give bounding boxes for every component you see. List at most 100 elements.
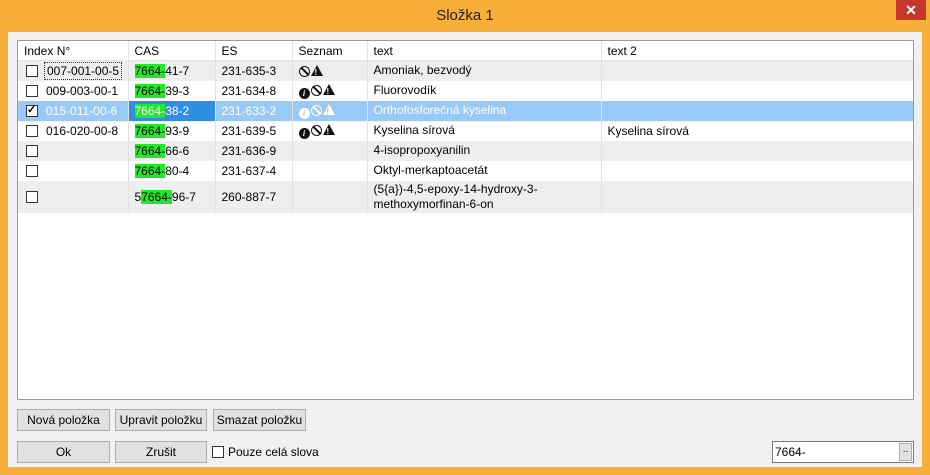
cas-suffix: 38-2 xyxy=(165,103,190,118)
warning-icon xyxy=(322,123,335,139)
cancel-button[interactable]: Zrušit xyxy=(115,441,207,463)
text-cell[interactable]: Amoniak, bezvodý xyxy=(367,60,602,81)
es-cell[interactable]: 260-887-7 xyxy=(215,180,293,213)
row-checkbox[interactable] xyxy=(26,103,38,117)
index-number: 007-001-00-5 xyxy=(44,61,123,80)
search-browse-button[interactable]: .. xyxy=(899,443,912,461)
index-cell[interactable]: 015-011-00-6 xyxy=(18,100,129,121)
index-cell[interactable]: 016-020-00-8 xyxy=(18,120,129,141)
list-icons-cell[interactable]: i xyxy=(292,120,368,141)
list-icons-cell[interactable] xyxy=(292,60,368,81)
search-input[interactable] xyxy=(775,444,895,460)
whole-words-checkbox[interactable] xyxy=(212,446,224,458)
text-cell[interactable]: Kyselina sírová xyxy=(367,120,602,141)
row-checkbox[interactable] xyxy=(26,164,38,177)
cas-cell[interactable]: 7664-41-7 xyxy=(128,60,216,81)
cas-match-highlight: 7664- xyxy=(134,143,166,158)
title-bar: Složka 1 ✕ xyxy=(0,0,930,32)
es-cell[interactable]: 231-636-9 xyxy=(215,140,293,161)
es-cell[interactable]: 231-633-2 xyxy=(215,100,293,121)
text-cell[interactable]: Orthofosforečná kyselina xyxy=(367,100,602,121)
whole-words-option[interactable]: Pouze celá slova xyxy=(212,444,319,460)
index-number: 009-003-00-1 xyxy=(46,83,119,98)
cas-suffix: 41-7 xyxy=(165,63,190,78)
close-button[interactable]: ✕ xyxy=(896,0,926,20)
table-row[interactable]: 007-001-00-57664-41-7231-635-3Amoniak, b… xyxy=(18,60,913,81)
window-title: Složka 1 xyxy=(436,7,494,24)
cas-cell[interactable]: 7664-66-6 xyxy=(128,140,216,161)
table-row[interactable]: 009-003-00-1 7664-39-3231-634-8 i Fluorovod… xyxy=(18,80,913,101)
cas-suffix: 39-3 xyxy=(165,83,190,98)
cas-match-highlight: 7664- xyxy=(134,123,166,138)
text2-cell[interactable] xyxy=(601,140,913,161)
text2-cell[interactable] xyxy=(601,160,913,181)
column-header-index[interactable]: Index N° xyxy=(18,41,129,61)
es-cell[interactable]: 231-637-4 xyxy=(215,160,293,181)
cas-suffix: 80-4 xyxy=(165,163,190,178)
column-header-cas[interactable]: CAS xyxy=(128,41,216,61)
row-checkbox[interactable] xyxy=(26,190,38,203)
table-row[interactable]: 7664-66-6 231-636-9 4-isopropoxyanilin xyxy=(18,140,913,161)
cas-cell[interactable]: 7664-80-4 xyxy=(128,160,216,181)
text2-cell[interactable]: Kyselina sírová xyxy=(601,120,913,141)
row-checkbox[interactable] xyxy=(26,124,38,137)
text-cell[interactable]: 4-isopropoxyanilin xyxy=(367,140,602,161)
row-checkbox[interactable] xyxy=(26,144,38,157)
dialog-window: Složka 1 ✕ Index N° CAS ES Seznam text t… xyxy=(0,0,930,475)
index-cell[interactable] xyxy=(18,180,129,213)
cas-match-highlight: 7664- xyxy=(141,189,172,204)
whole-words-label: Pouze celá slova xyxy=(228,445,319,459)
new-item-button[interactable]: Nová položka xyxy=(17,409,110,431)
es-cell[interactable]: 231-634-8 xyxy=(215,80,293,101)
row-checkbox[interactable] xyxy=(26,84,38,97)
text2-cell[interactable] xyxy=(601,60,913,81)
table-row[interactable]: 016-020-00-87664-93-9231-639-5iKyselina … xyxy=(18,120,913,141)
es-cell[interactable]: 231-635-3 xyxy=(215,60,293,81)
ban-icon xyxy=(298,65,310,77)
ok-button[interactable]: Ok xyxy=(17,441,110,463)
table-row[interactable]: 57664-96-7 260-887-7 (5{a})-4,5-epoxy-14-h… xyxy=(18,180,913,213)
table-row[interactable]: 015-011-00-6 7664-38-2231-633-2 i Orthofosf… xyxy=(18,100,913,121)
index-cell[interactable]: 007-001-00-5 xyxy=(18,60,129,81)
column-header-text[interactable]: text xyxy=(367,41,602,61)
index-number xyxy=(44,153,48,155)
ban-icon xyxy=(310,84,322,96)
info-icon: i xyxy=(298,87,310,99)
text-cell[interactable]: (5{a})-4,5-epoxy-14-hydroxy-3-methoxymor… xyxy=(367,180,602,213)
column-header-text2[interactable]: text 2 xyxy=(601,41,913,61)
column-header-es[interactable]: ES xyxy=(215,41,293,61)
cas-match-highlight: 7664- xyxy=(134,163,166,178)
index-cell[interactable]: 009-003-00-1 xyxy=(18,80,129,101)
cas-match-highlight: 7664- xyxy=(134,63,166,78)
edit-item-button[interactable]: Upravit položku xyxy=(115,409,207,431)
cas-suffix: 96-7 xyxy=(171,189,196,204)
index-number xyxy=(44,173,48,175)
index-cell[interactable] xyxy=(18,160,129,181)
es-cell[interactable]: 231-639-5 xyxy=(215,120,293,141)
column-header-list[interactable]: Seznam xyxy=(292,41,368,61)
list-icons-cell[interactable] xyxy=(292,140,368,161)
ban-icon xyxy=(310,124,322,136)
text-cell[interactable]: Oktyl-merkaptoacetát xyxy=(367,160,602,181)
cas-cell[interactable]: 57664-96-7 xyxy=(128,180,216,213)
warning-icon xyxy=(322,103,335,119)
list-icons-cell[interactable] xyxy=(292,160,368,181)
list-icons-cell[interactable]: i xyxy=(292,100,368,121)
text2-cell[interactable] xyxy=(601,80,913,101)
cas-cell[interactable]: 7664-39-3 xyxy=(128,80,216,101)
text2-cell[interactable] xyxy=(601,180,913,213)
info-icon: i xyxy=(298,107,310,119)
cas-cell[interactable]: 7664-38-2 xyxy=(128,100,216,121)
table-row[interactable]: 7664-80-4 231-637-4 Oktyl-merkaptoacetát xyxy=(18,160,913,181)
index-cell[interactable] xyxy=(18,140,129,161)
cas-cell[interactable]: 7664-93-9 xyxy=(128,120,216,141)
list-icons-cell[interactable]: i xyxy=(292,80,368,101)
text2-cell[interactable] xyxy=(601,100,913,121)
search-box: .. xyxy=(772,441,914,463)
warning-icon xyxy=(310,64,323,80)
list-icons-cell[interactable] xyxy=(292,180,368,213)
text-cell[interactable]: Fluorovodík xyxy=(367,80,602,101)
index-number: 015-011-00-6 xyxy=(46,103,118,118)
delete-item-button[interactable]: Smazat položku xyxy=(213,409,306,431)
row-checkbox[interactable] xyxy=(26,64,38,77)
